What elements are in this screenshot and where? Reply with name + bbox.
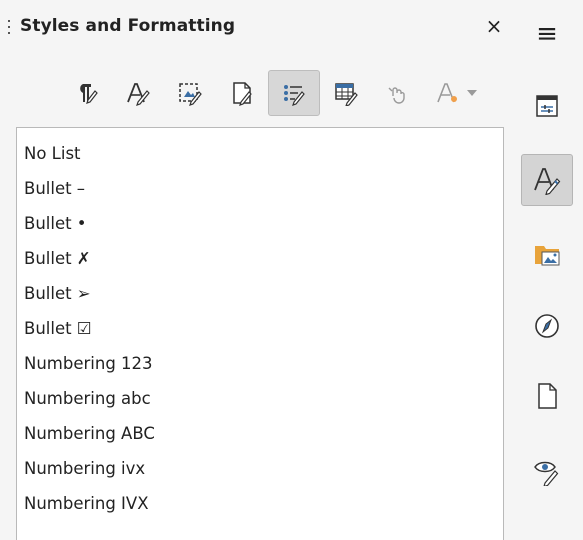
styles-actions-icon [437,83,457,103]
list-item[interactable]: Bullet ☑ [24,319,92,338]
list-item[interactable]: Numbering IVX [24,494,149,513]
paragraph-styles-icon [79,84,98,104]
paragraph-styles-button[interactable] [60,70,112,116]
styles-actions-button[interactable] [424,70,488,116]
list-item[interactable]: Numbering abc [24,389,151,408]
list-styles-button[interactable] [268,70,320,116]
table-styles-button[interactable] [320,70,372,116]
list-item[interactable]: Numbering ABC [24,424,155,443]
character-styles-icon [127,83,150,106]
sidebar-tab-navigator[interactable] [521,300,573,352]
list-item[interactable]: Numbering 123 [24,354,153,373]
drag-handle[interactable] [8,20,11,40]
list-item[interactable]: No List [24,144,81,163]
sidebar-tab-page[interactable] [521,370,573,422]
list-item[interactable]: Bullet – [24,179,85,198]
styles-icon [534,168,561,195]
sidebar-tab-properties[interactable] [521,80,573,132]
panel-title: Styles and Formatting [20,16,236,36]
page-styles-button[interactable] [216,70,268,116]
styles-formatting-panel: Styles and Formatting × No List Bullet –… [0,0,510,540]
page-icon [538,383,557,409]
frame-styles-icon [179,83,202,106]
close-button[interactable]: × [484,14,504,38]
list-styles-icon [284,85,305,106]
sidebar-tab-style-inspector[interactable] [521,445,573,497]
table-styles-icon [335,83,358,106]
page-styles-icon [233,82,252,106]
character-styles-button[interactable] [112,70,164,116]
sidebar-tab-styles[interactable] [521,154,573,206]
gallery-icon [535,246,560,266]
sidebar-tabbar: ≡ [518,0,583,540]
properties-icon [536,95,558,117]
sidebar-tab-gallery[interactable] [521,228,573,280]
list-item[interactable]: Bullet ✗ [24,249,91,268]
list-item[interactable]: Numbering ivx [24,459,145,478]
style-inspector-icon [534,461,559,486]
list-styles-list[interactable]: No List Bullet – Bullet • Bullet ✗ Bulle… [16,127,504,540]
list-item[interactable]: Bullet • [24,214,87,233]
chevron-down-icon [467,90,477,96]
navigator-icon [535,314,559,338]
fill-format-mode-button[interactable] [372,70,424,116]
fill-format-mode-icon [388,87,405,104]
list-item[interactable]: Bullet ➢ [24,284,91,303]
frame-styles-button[interactable] [164,70,216,116]
sidebar-menu-button[interactable]: ≡ [521,8,573,60]
